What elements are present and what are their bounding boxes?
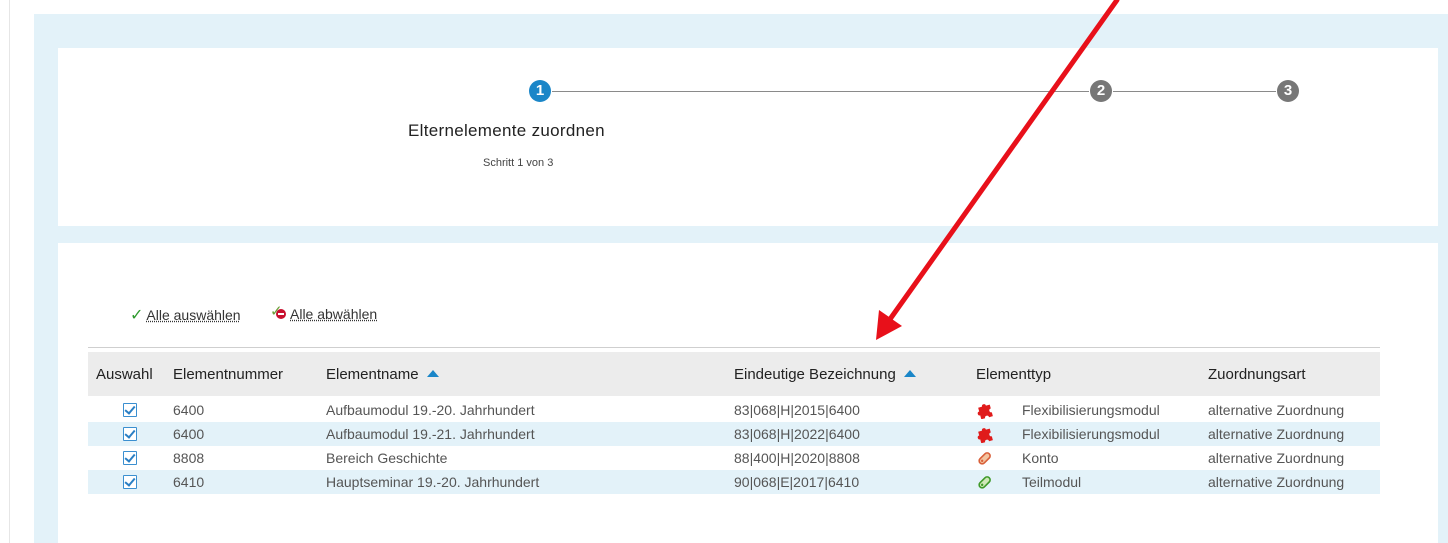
table-header: Auswahl Elementnummer Elementname Eindeu…	[88, 352, 1380, 396]
step-title: Elternelemente zuordnen	[408, 121, 605, 140]
select-all-link[interactable]: ✓ Alle auswählen	[130, 305, 241, 325]
cell-elementname: Hauptseminar 19.-20. Jahrhundert	[326, 474, 540, 490]
header-auswahl: Auswahl	[96, 366, 153, 383]
cell-elementname: Bereich Geschichte	[326, 450, 448, 466]
header-bezeichnung-label: Eindeutige Bezeichnung	[734, 366, 896, 383]
cell-elementnummer: 6410	[173, 474, 205, 490]
cell-elementname: Aufbaumodul 19.-20. Jahrhundert	[326, 402, 535, 418]
tag-green-icon	[978, 476, 991, 489]
step-3-indicator: 3	[1277, 80, 1299, 102]
row-checkbox[interactable]	[123, 427, 137, 441]
header-elementname-label: Elementname	[326, 366, 419, 383]
cell-elementname: Aufbaumodul 19.-21. Jahrhundert	[326, 426, 535, 442]
step-progress-text: Schritt 1 von 3	[483, 157, 554, 169]
row-checkbox[interactable]	[123, 475, 137, 489]
sort-asc-icon	[426, 370, 439, 377]
row-checkbox[interactable]	[123, 451, 137, 465]
cell-zuordnungsart: alternative Zuordnung	[1208, 402, 1345, 418]
cell-elementnummer: 6400	[173, 402, 205, 418]
wizard-steps-panel	[58, 48, 1438, 226]
cell-elementtyp: Flexibilisierungsmodul	[1022, 426, 1160, 442]
puzzle-red-icon	[977, 404, 993, 419]
cell-bezeichnung: 88|400|H|2020|8808	[734, 450, 860, 466]
cell-zuordnungsart: alternative Zuordnung	[1208, 450, 1345, 466]
header-elementnummer[interactable]: Elementnummer	[173, 366, 283, 383]
cell-elementnummer: 8808	[173, 450, 205, 466]
cell-elementnummer: 6400	[173, 426, 205, 442]
cell-zuordnungsart: alternative Zuordnung	[1208, 474, 1345, 490]
step-1-indicator: 1	[529, 80, 551, 102]
cell-elementtyp: Flexibilisierungsmodul	[1022, 402, 1160, 418]
puzzle-red-icon	[977, 428, 993, 443]
header-elementname[interactable]: Elementname	[326, 366, 439, 383]
checkmark-icon: ✓	[130, 307, 144, 324]
step-2-indicator: 2	[1090, 80, 1112, 102]
page-left-border	[9, 0, 10, 543]
deselect-all-label: Alle abwählen	[290, 306, 378, 322]
cell-bezeichnung: 83|068|H|2015|6400	[734, 402, 860, 418]
select-all-label: Alle auswählen	[146, 307, 241, 323]
tag-orange-icon	[978, 452, 991, 465]
cell-zuordnungsart: alternative Zuordnung	[1208, 426, 1345, 442]
table-row[interactable]: 6400 Aufbaumodul 19.-21. Jahrhundert 83|…	[88, 422, 1380, 446]
table-top-border	[88, 347, 1380, 348]
deselect-all-link[interactable]: ✓Alle abwählen	[270, 303, 378, 322]
header-elementtyp[interactable]: Elementtyp	[976, 366, 1051, 383]
step-connector	[1113, 91, 1276, 92]
header-zuordnungsart[interactable]: Zuordnungsart	[1208, 366, 1306, 383]
cell-elementtyp: Konto	[1022, 450, 1059, 466]
cell-bezeichnung: 83|068|H|2022|6400	[734, 426, 860, 442]
deselect-icon: ✓	[270, 303, 290, 321]
sort-asc-icon	[903, 370, 916, 377]
table-row[interactable]: 8808 Bereich Geschichte 88|400|H|2020|88…	[88, 446, 1380, 470]
cell-elementtyp: Teilmodul	[1022, 474, 1082, 490]
row-checkbox[interactable]	[123, 403, 137, 417]
cell-bezeichnung: 90|068|E|2017|6410	[734, 474, 860, 490]
header-bezeichnung[interactable]: Eindeutige Bezeichnung	[734, 366, 916, 383]
step-connector	[552, 91, 1089, 92]
table-row[interactable]: 6410 Hauptseminar 19.-20. Jahrhundert 90…	[88, 470, 1380, 494]
table-row[interactable]: 6400 Aufbaumodul 19.-20. Jahrhundert 83|…	[88, 398, 1380, 422]
